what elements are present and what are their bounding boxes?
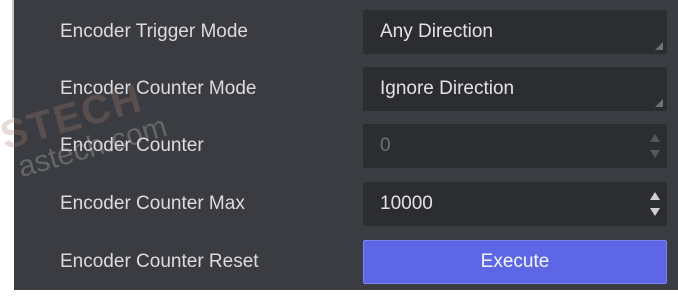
encoder-counter-field: 0 [363, 124, 667, 168]
arrow-up-icon [650, 134, 660, 142]
row-encoder-counter-reset: Encoder Counter Reset Execute [14, 234, 678, 290]
encoder-counter-max-field[interactable]: 10000 [363, 182, 667, 226]
dropdown-grip-icon [655, 42, 663, 50]
encoder-trigger-mode-dropdown[interactable]: Any Direction [363, 10, 667, 54]
arrow-down-icon[interactable] [650, 208, 660, 216]
arrow-up-icon[interactable] [650, 192, 660, 200]
row-encoder-trigger-mode: Encoder Trigger Mode Any Direction [14, 4, 678, 60]
row-encoder-counter-max: Encoder Counter Max 10000 [14, 176, 678, 232]
encoder-trigger-mode-label: Encoder Trigger Mode [60, 21, 248, 42]
encoder-counter-value: 0 [380, 135, 391, 156]
arrow-down-icon [650, 150, 660, 158]
encoder-counter-mode-dropdown[interactable]: Ignore Direction [363, 67, 667, 111]
encoder-counter-mode-label: Encoder Counter Mode [60, 78, 257, 99]
encoder-trigger-mode-value: Any Direction [380, 21, 493, 42]
execute-button[interactable]: Execute [363, 240, 667, 284]
dropdown-grip-icon [655, 99, 663, 107]
spinner-arrows-icon [649, 132, 661, 160]
encoder-counter-max-label: Encoder Counter Max [60, 193, 245, 214]
encoder-counter-reset-label: Encoder Counter Reset [60, 251, 259, 272]
encoder-counter-mode-value: Ignore Direction [380, 78, 515, 99]
property-grid: Encoder Trigger Mode Any Direction Encod… [14, 0, 678, 290]
encoder-counter-label: Encoder Counter [60, 135, 204, 156]
row-encoder-counter-mode: Encoder Counter Mode Ignore Direction [14, 61, 678, 117]
encoder-counter-max-value: 10000 [380, 193, 433, 214]
row-encoder-counter: Encoder Counter 0 [14, 118, 678, 174]
left-edge-strip [0, 0, 14, 297]
encoder-settings-panel: Encoder Trigger Mode Any Direction Encod… [0, 0, 678, 297]
spinner-arrows-icon[interactable] [649, 190, 661, 218]
